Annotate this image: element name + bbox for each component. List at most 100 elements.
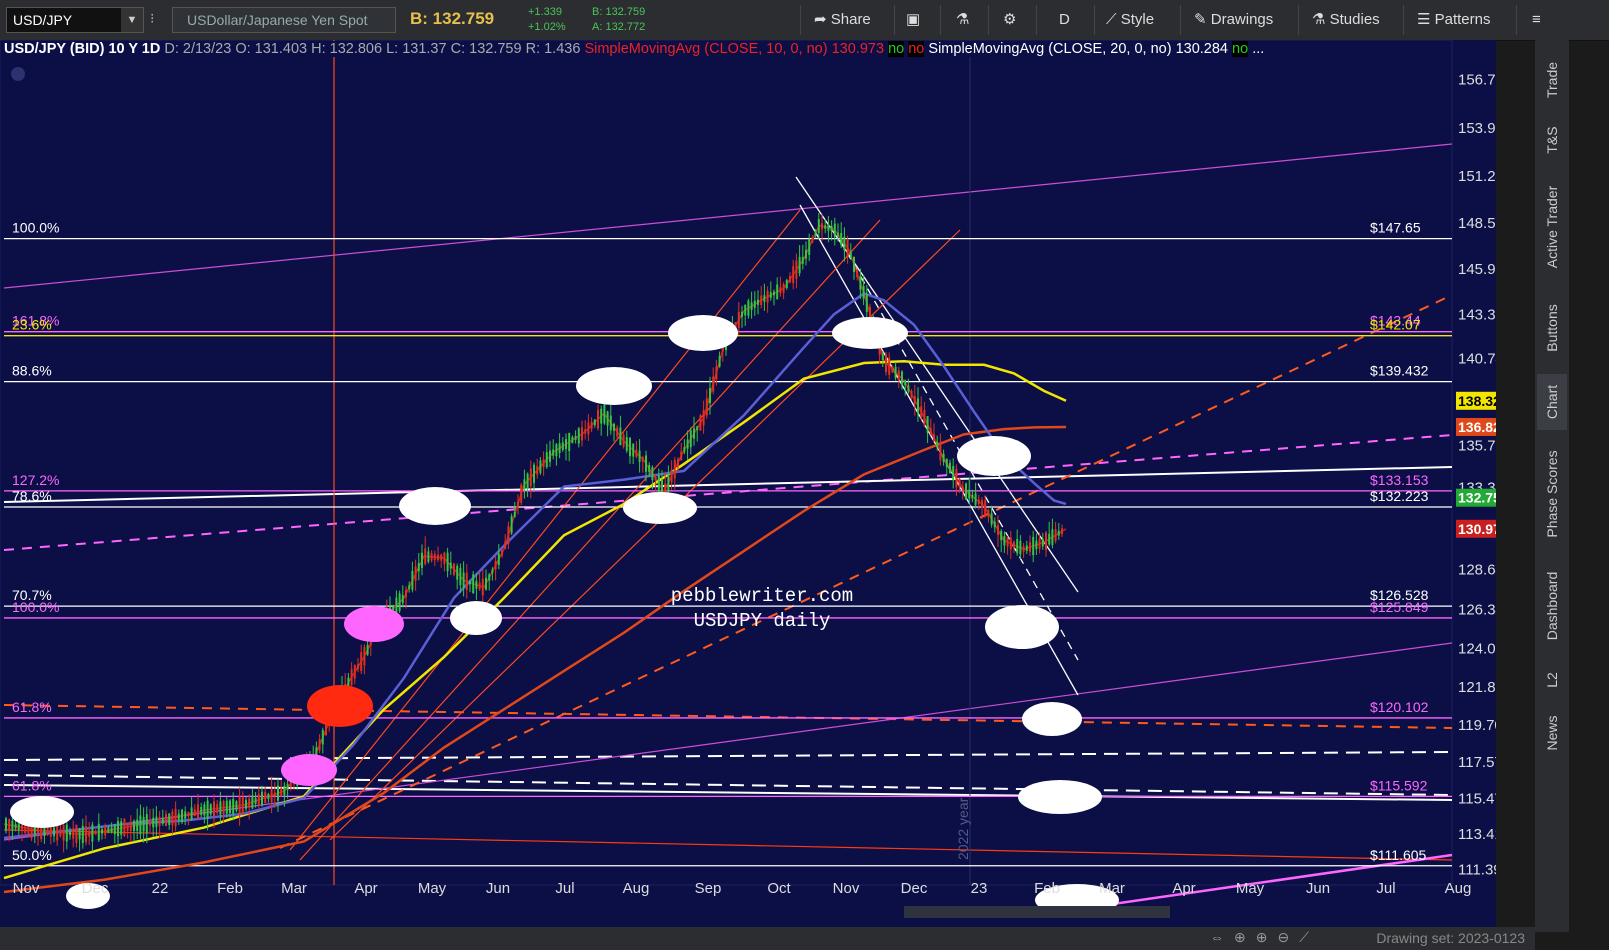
price-candle: [830, 225, 833, 232]
flask-icon: ⚗: [1312, 11, 1326, 28]
symbol-selector[interactable]: USD/JPY ▼: [6, 7, 144, 33]
flask-button[interactable]: ⚗: [956, 0, 969, 40]
info-open: O: 131.403: [235, 41, 308, 57]
chart-controls[interactable]: ⇔⊕⊕⊖⟋: [1210, 929, 1319, 946]
annotation-ellipse: [668, 315, 738, 351]
tab-active-trader[interactable]: Active Trader: [1537, 172, 1567, 282]
price-candle: [949, 462, 951, 474]
tab-news[interactable]: News: [1537, 708, 1567, 758]
share-button[interactable]: ➦ Share: [814, 0, 871, 40]
zoom-out-icon[interactable]: ⊖: [1277, 929, 1299, 945]
price-candle: [945, 459, 948, 468]
tab-trade[interactable]: Trade: [1537, 50, 1567, 110]
x-axis-tick-label: Aug: [623, 880, 650, 897]
price-candle: [629, 437, 631, 457]
price-badge-label: 136.824: [1458, 419, 1496, 435]
fib-level-price: $120.102: [1370, 699, 1429, 715]
price-candle: [190, 807, 193, 820]
trend-line: [3, 434, 1453, 551]
price-candle: [753, 300, 756, 308]
price-candle: [558, 443, 561, 454]
price-candle: [200, 806, 203, 815]
price-candle: [251, 795, 254, 809]
price-candle: [763, 295, 766, 302]
menu-button[interactable]: ≡: [1532, 0, 1541, 40]
year-marker-label: 2022 year: [955, 797, 971, 860]
price-candle: [149, 820, 151, 826]
tab-dashboard[interactable]: Dashboard: [1537, 558, 1567, 654]
price-candle: [651, 467, 654, 481]
chart-scrollbar[interactable]: [904, 906, 1170, 918]
tab-l2[interactable]: L2: [1537, 662, 1567, 698]
price-candle: [232, 798, 235, 814]
price-candle: [494, 561, 497, 570]
chevron-down-icon[interactable]: ▼: [121, 8, 143, 32]
y-axis-tick-label: 124.094: [1458, 640, 1496, 657]
tab-phase-scores[interactable]: Phase Scores: [1537, 440, 1567, 548]
price-candle: [766, 290, 769, 303]
price-candle: [78, 828, 81, 840]
price-candle: [235, 801, 238, 811]
drawings-button[interactable]: ✎ Drawings: [1194, 0, 1273, 40]
price-candle: [1016, 538, 1019, 554]
flask-icon: ⚗: [956, 11, 970, 28]
price-candle: [123, 818, 126, 837]
timeframe-button[interactable]: D: [1059, 0, 1070, 40]
bid-small: B: 132.759: [592, 6, 646, 18]
expand-icon[interactable]: ⇔: [1210, 929, 1234, 945]
more-studies[interactable]: ...: [1252, 41, 1265, 57]
gear-icon: ⚙: [1003, 11, 1017, 28]
crosshair-icon[interactable]: ⊕: [1234, 929, 1256, 945]
style-label: Style: [1120, 11, 1155, 28]
price-candle: [673, 459, 676, 479]
price-candle: [625, 437, 628, 451]
x-axis-tick-label: 22: [152, 880, 169, 897]
price-candle: [593, 419, 596, 426]
divider: [1180, 5, 1181, 35]
tab-chart[interactable]: Chart: [1537, 374, 1567, 430]
price-candle: [683, 447, 686, 452]
chart-area[interactable]: 2022 year 100.0% $147.65 161.8% $143.44 23.6%…: [0, 40, 1496, 932]
fib-level-pct: 100.0%: [12, 599, 59, 615]
tab-label: Active Trader: [1544, 185, 1560, 269]
share-icon: ➦: [814, 11, 827, 28]
price-candle: [923, 410, 926, 426]
tab-ts[interactable]: T&S: [1537, 120, 1567, 160]
snapshot-button[interactable]: ▣: [906, 0, 920, 40]
patterns-button[interactable]: ☰ Patterns: [1417, 0, 1491, 40]
price-candle: [776, 284, 779, 300]
price-candle: [645, 455, 647, 472]
price-candle: [120, 821, 123, 835]
price-candle: [648, 465, 651, 473]
x-axis-tick-label: Sep: [695, 880, 722, 897]
price-candle: [523, 479, 526, 490]
price-candle: [424, 548, 427, 565]
bottom-bar: ⇔⊕⊕⊖⟋ Drawing set: 2023-0123: [0, 927, 1535, 950]
price-candle: [139, 815, 142, 835]
price-candle: [913, 396, 916, 405]
price-candle: [398, 593, 401, 611]
tab-label: L2: [1544, 672, 1560, 688]
draw-icon[interactable]: ⟋: [1299, 929, 1319, 945]
price-candle: [1041, 538, 1044, 547]
style-button[interactable]: ⟋ Style: [1106, 0, 1154, 40]
zoom-in-icon[interactable]: ⊕: [1256, 929, 1278, 945]
price-candle: [449, 562, 452, 569]
annotation-ellipse: [1018, 780, 1102, 814]
price-candle: [965, 483, 967, 500]
price-candle: [165, 814, 167, 826]
price-badge-label: 130.973: [1458, 521, 1496, 537]
link-icon[interactable]: ⁝: [150, 10, 154, 27]
x-axis-tick-label: Jun: [1306, 880, 1330, 897]
studies-button[interactable]: ⚗ Studies: [1312, 0, 1380, 40]
x-axis-tick-label: Nov: [13, 880, 40, 897]
price-chart[interactable]: 2022 year100.0% $147.65161.8% $143.4423.6%…: [0, 40, 1496, 932]
price-candle: [440, 554, 443, 561]
price-candle: [254, 797, 257, 804]
price-candle: [1025, 545, 1028, 551]
x-axis-tick-label: May: [1236, 880, 1265, 897]
settings-button[interactable]: ⚙: [1003, 0, 1016, 40]
fib-level-pct: 78.6%: [12, 488, 52, 504]
price-candle: [888, 357, 891, 375]
tab-buttons[interactable]: Buttons: [1537, 292, 1567, 364]
